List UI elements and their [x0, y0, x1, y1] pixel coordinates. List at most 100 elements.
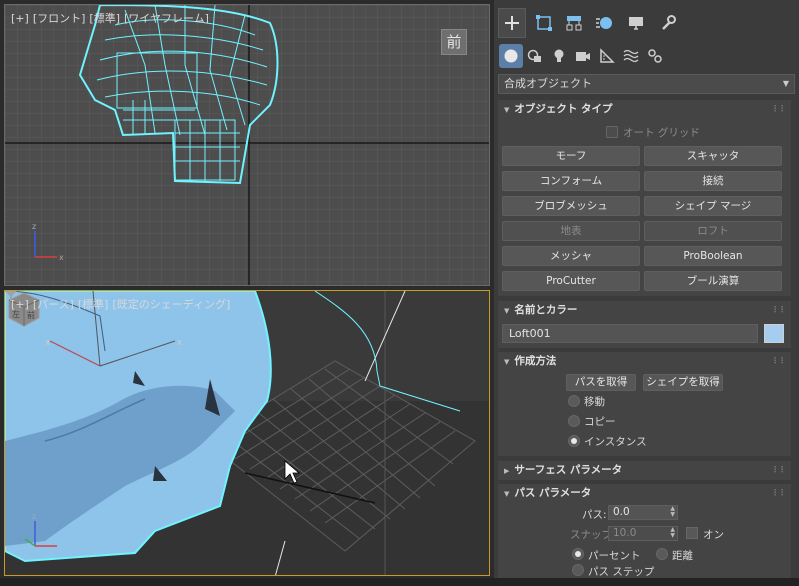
rollout-path-params-header[interactable]: ▼ パス パラメータ ⋮⋮ [498, 484, 791, 502]
rollout-title: オブジェクト タイプ [514, 103, 613, 115]
command-panel-tabs [494, 8, 799, 40]
instance-label: インスタンス [584, 436, 647, 448]
morph-button[interactable]: モーフ [502, 146, 640, 166]
get-path-button[interactable]: パスを取得 [566, 374, 636, 391]
spinner-arrows-icon[interactable]: ▲ ▼ [670, 527, 675, 539]
auto-grid-checkbox[interactable] [606, 126, 618, 138]
collapse-triangle-icon: ▼ [504, 358, 510, 366]
tab-display[interactable] [622, 8, 650, 38]
tab-utilities[interactable] [654, 8, 682, 38]
boolean-button[interactable]: ブール演算 [644, 271, 782, 291]
blobmesh-button[interactable]: ブロブメッシュ [502, 196, 640, 216]
persp-viewport-label[interactable]: [+] [パース] [標準] [既定のシェーディング] [11, 296, 234, 312]
perspective-viewport[interactable]: [+] [パース] [標準] [既定のシェーディング] x x z 左 前 [4, 290, 490, 576]
object-name-field[interactable]: Loft001 [502, 324, 758, 343]
scatter-button[interactable]: スキャッタ [644, 146, 782, 166]
front-grid: z x [5, 5, 489, 285]
grip-icon: ⋮⋮ [771, 465, 786, 474]
viewport-shading-menu[interactable]: [ワイヤフレーム] [124, 12, 209, 25]
percent-radio[interactable] [572, 548, 584, 560]
snap-on-checkbox[interactable] [686, 527, 698, 539]
conform-button[interactable]: コンフォーム [502, 171, 640, 191]
procutter-button[interactable]: ProCutter [502, 271, 640, 291]
plus-icon [505, 16, 519, 30]
svg-text:z: z [32, 222, 36, 231]
category-lights[interactable] [547, 44, 571, 68]
motion-icon [596, 17, 612, 29]
front-viewport-label[interactable]: [+] [フロント] [標準] [ワイヤフレーム] [11, 10, 213, 26]
filter-icon[interactable] [5, 291, 17, 301]
loft-button[interactable]: ロフト [644, 221, 782, 241]
rollout-title: 作成方法 [514, 355, 557, 367]
move-label: 移動 [584, 396, 605, 408]
hierarchy-icon [566, 16, 582, 31]
terrain-button[interactable]: 地表 [502, 221, 640, 241]
tab-motion[interactable] [590, 8, 618, 38]
category-cameras[interactable] [571, 44, 595, 68]
spinner-arrows-icon[interactable]: ▲ ▼ [670, 506, 675, 518]
rollout-name-color-header[interactable]: ▼ 名前とカラー ⋮⋮ [498, 301, 791, 319]
category-systems[interactable] [643, 44, 667, 68]
front-viewport[interactable]: [+] [フロント] [標準] [ワイヤフレーム] z x 前 [4, 4, 490, 286]
tab-create[interactable] [498, 8, 526, 38]
tab-hierarchy[interactable] [560, 8, 588, 38]
copy-radio[interactable] [568, 415, 580, 427]
rollout-creation-method-header[interactable]: ▼ 作成方法 ⋮⋮ [498, 352, 791, 370]
mesher-button[interactable]: メッシャ [502, 246, 640, 266]
rollout-title: 名前とカラー [514, 304, 578, 316]
path-steps-label: パス ステップ [588, 566, 655, 578]
connect-button[interactable]: 接続 [644, 171, 782, 191]
object-color-swatch[interactable] [764, 324, 784, 343]
viewport-plus-menu[interactable]: [+] [11, 12, 29, 25]
collapse-triangle-icon: ▼ [504, 307, 510, 315]
rollout-creation-method: ▼ 作成方法 ⋮⋮ パスを取得 シェイプを取得 移動 コピー インスタンス [498, 352, 791, 456]
category-helpers[interactable] [595, 44, 619, 68]
grip-icon: ⋮⋮ [771, 488, 786, 497]
object-category-value: 合成オブジェクト [504, 77, 592, 90]
distance-radio[interactable] [656, 548, 668, 560]
rollout-surface-params: ▶ サーフェス パラメータ ⋮⋮ [498, 461, 791, 480]
collapse-triangle-icon: ▼ [504, 106, 510, 114]
persp-shading-menu[interactable]: [既定のシェーディング] [112, 298, 230, 311]
rollout-name-color: ▼ 名前とカラー ⋮⋮ Loft001 [498, 301, 791, 348]
snap-spinner[interactable]: 10.0 ▲ ▼ [608, 526, 678, 541]
rollout-object-type-header[interactable]: ▼ オブジェクト タイプ ⋮⋮ [498, 100, 791, 118]
rollout-title: サーフェス パラメータ [514, 464, 623, 476]
percent-label: パーセント [588, 550, 641, 562]
svg-text:x: x [177, 338, 183, 348]
path-label: パス: [582, 509, 607, 521]
svg-text:x: x [59, 253, 64, 262]
grip-icon: ⋮⋮ [771, 356, 786, 365]
rollout-surface-params-header[interactable]: ▶ サーフェス パラメータ ⋮⋮ [498, 461, 791, 479]
shape-merge-button[interactable]: シェイプ マージ [644, 196, 782, 216]
persp-standard-menu[interactable]: [標準] [78, 298, 109, 311]
tab-modify[interactable] [530, 8, 558, 38]
move-radio[interactable] [568, 395, 580, 407]
command-panel: 合成オブジェクト ▼ ▼ オブジェクト タイプ ⋮⋮ オート グリッド モーフ ス… [494, 0, 799, 586]
category-geometry[interactable] [499, 44, 523, 68]
viewport-view-menu[interactable]: [フロント] [33, 12, 86, 25]
object-category-dropdown[interactable]: 合成オブジェクト ▼ [498, 74, 795, 94]
category-shapes[interactable] [523, 44, 547, 68]
distance-label: 距離 [672, 550, 693, 562]
path-spinner[interactable]: 0.0 ▲ ▼ [608, 505, 678, 520]
status-bar-edge [0, 578, 799, 586]
get-shape-button[interactable]: シェイプを取得 [643, 374, 723, 391]
snap-on-label: オン [703, 529, 724, 541]
auto-grid-label: オート グリッド [623, 127, 700, 139]
path-steps-radio[interactable] [572, 564, 584, 576]
svg-text:x: x [45, 338, 51, 348]
instance-radio[interactable] [568, 435, 580, 447]
rollout-title: パス パラメータ [514, 487, 592, 499]
category-spacewarps[interactable] [619, 44, 643, 68]
proboolean-button[interactable]: ProBoolean [644, 246, 782, 266]
svg-text:z: z [32, 512, 36, 521]
persp-view-menu[interactable]: [パース] [33, 298, 74, 311]
chevron-down-icon: ▼ [782, 79, 789, 88]
panel-scrollbar[interactable] [792, 98, 797, 576]
viewport-standard-menu[interactable]: [標準] [89, 12, 120, 25]
camera-icon [576, 52, 590, 61]
front-view-tag[interactable]: 前 [441, 29, 467, 55]
modify-icon [536, 15, 552, 31]
collapse-triangle-icon: ▼ [504, 490, 510, 498]
